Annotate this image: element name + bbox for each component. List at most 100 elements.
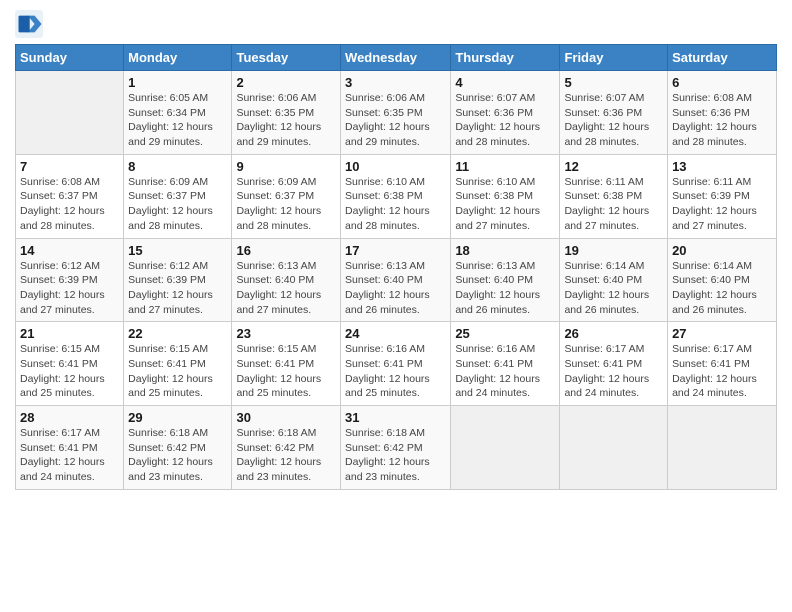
calendar-cell: 18Sunrise: 6:13 AMSunset: 6:40 PMDayligh… <box>451 238 560 322</box>
week-row-5: 28Sunrise: 6:17 AMSunset: 6:41 PMDayligh… <box>16 406 777 490</box>
day-number: 18 <box>455 243 555 258</box>
day-number: 24 <box>345 326 446 341</box>
day-info: Sunrise: 6:13 AMSunset: 6:40 PMDaylight:… <box>236 259 336 318</box>
calendar-cell: 12Sunrise: 6:11 AMSunset: 6:38 PMDayligh… <box>560 154 668 238</box>
calendar-cell: 14Sunrise: 6:12 AMSunset: 6:39 PMDayligh… <box>16 238 124 322</box>
day-info: Sunrise: 6:17 AMSunset: 6:41 PMDaylight:… <box>564 342 663 401</box>
day-info: Sunrise: 6:16 AMSunset: 6:41 PMDaylight:… <box>455 342 555 401</box>
calendar-cell: 13Sunrise: 6:11 AMSunset: 6:39 PMDayligh… <box>668 154 777 238</box>
day-info: Sunrise: 6:08 AMSunset: 6:36 PMDaylight:… <box>672 91 772 150</box>
calendar-cell: 3Sunrise: 6:06 AMSunset: 6:35 PMDaylight… <box>341 71 451 155</box>
calendar-cell <box>668 406 777 490</box>
calendar-cell: 2Sunrise: 6:06 AMSunset: 6:35 PMDaylight… <box>232 71 341 155</box>
day-info: Sunrise: 6:11 AMSunset: 6:39 PMDaylight:… <box>672 175 772 234</box>
day-info: Sunrise: 6:16 AMSunset: 6:41 PMDaylight:… <box>345 342 446 401</box>
week-row-2: 7Sunrise: 6:08 AMSunset: 6:37 PMDaylight… <box>16 154 777 238</box>
day-info: Sunrise: 6:09 AMSunset: 6:37 PMDaylight:… <box>236 175 336 234</box>
header <box>15 10 777 38</box>
day-number: 12 <box>564 159 663 174</box>
weekday-header-friday: Friday <box>560 45 668 71</box>
day-info: Sunrise: 6:11 AMSunset: 6:38 PMDaylight:… <box>564 175 663 234</box>
calendar-cell: 6Sunrise: 6:08 AMSunset: 6:36 PMDaylight… <box>668 71 777 155</box>
day-number: 4 <box>455 75 555 90</box>
day-number: 7 <box>20 159 119 174</box>
calendar-cell: 30Sunrise: 6:18 AMSunset: 6:42 PMDayligh… <box>232 406 341 490</box>
day-number: 11 <box>455 159 555 174</box>
day-number: 5 <box>564 75 663 90</box>
day-info: Sunrise: 6:18 AMSunset: 6:42 PMDaylight:… <box>345 426 446 485</box>
calendar-table: SundayMondayTuesdayWednesdayThursdayFrid… <box>15 44 777 490</box>
week-row-1: 1Sunrise: 6:05 AMSunset: 6:34 PMDaylight… <box>16 71 777 155</box>
calendar-cell <box>560 406 668 490</box>
weekday-header-row: SundayMondayTuesdayWednesdayThursdayFrid… <box>16 45 777 71</box>
day-number: 17 <box>345 243 446 258</box>
day-info: Sunrise: 6:12 AMSunset: 6:39 PMDaylight:… <box>128 259 227 318</box>
calendar-cell: 29Sunrise: 6:18 AMSunset: 6:42 PMDayligh… <box>124 406 232 490</box>
calendar-cell: 10Sunrise: 6:10 AMSunset: 6:38 PMDayligh… <box>341 154 451 238</box>
calendar-cell: 28Sunrise: 6:17 AMSunset: 6:41 PMDayligh… <box>16 406 124 490</box>
calendar-cell: 19Sunrise: 6:14 AMSunset: 6:40 PMDayligh… <box>560 238 668 322</box>
week-row-4: 21Sunrise: 6:15 AMSunset: 6:41 PMDayligh… <box>16 322 777 406</box>
calendar-cell: 7Sunrise: 6:08 AMSunset: 6:37 PMDaylight… <box>16 154 124 238</box>
day-number: 13 <box>672 159 772 174</box>
day-number: 2 <box>236 75 336 90</box>
day-number: 1 <box>128 75 227 90</box>
calendar-cell <box>16 71 124 155</box>
logo <box>15 10 47 38</box>
day-number: 19 <box>564 243 663 258</box>
calendar-cell: 8Sunrise: 6:09 AMSunset: 6:37 PMDaylight… <box>124 154 232 238</box>
calendar-cell: 22Sunrise: 6:15 AMSunset: 6:41 PMDayligh… <box>124 322 232 406</box>
calendar-cell: 1Sunrise: 6:05 AMSunset: 6:34 PMDaylight… <box>124 71 232 155</box>
week-row-3: 14Sunrise: 6:12 AMSunset: 6:39 PMDayligh… <box>16 238 777 322</box>
day-number: 30 <box>236 410 336 425</box>
calendar-cell: 21Sunrise: 6:15 AMSunset: 6:41 PMDayligh… <box>16 322 124 406</box>
day-info: Sunrise: 6:13 AMSunset: 6:40 PMDaylight:… <box>345 259 446 318</box>
calendar-cell <box>451 406 560 490</box>
calendar-cell: 9Sunrise: 6:09 AMSunset: 6:37 PMDaylight… <box>232 154 341 238</box>
day-info: Sunrise: 6:10 AMSunset: 6:38 PMDaylight:… <box>455 175 555 234</box>
day-info: Sunrise: 6:07 AMSunset: 6:36 PMDaylight:… <box>455 91 555 150</box>
day-number: 31 <box>345 410 446 425</box>
day-number: 25 <box>455 326 555 341</box>
day-info: Sunrise: 6:06 AMSunset: 6:35 PMDaylight:… <box>345 91 446 150</box>
calendar-cell: 16Sunrise: 6:13 AMSunset: 6:40 PMDayligh… <box>232 238 341 322</box>
day-number: 14 <box>20 243 119 258</box>
calendar-cell: 11Sunrise: 6:10 AMSunset: 6:38 PMDayligh… <box>451 154 560 238</box>
calendar-cell: 20Sunrise: 6:14 AMSunset: 6:40 PMDayligh… <box>668 238 777 322</box>
calendar-cell: 5Sunrise: 6:07 AMSunset: 6:36 PMDaylight… <box>560 71 668 155</box>
day-info: Sunrise: 6:15 AMSunset: 6:41 PMDaylight:… <box>236 342 336 401</box>
weekday-header-saturday: Saturday <box>668 45 777 71</box>
weekday-header-tuesday: Tuesday <box>232 45 341 71</box>
weekday-header-monday: Monday <box>124 45 232 71</box>
day-number: 6 <box>672 75 772 90</box>
day-info: Sunrise: 6:13 AMSunset: 6:40 PMDaylight:… <box>455 259 555 318</box>
day-info: Sunrise: 6:17 AMSunset: 6:41 PMDaylight:… <box>20 426 119 485</box>
day-number: 15 <box>128 243 227 258</box>
day-info: Sunrise: 6:08 AMSunset: 6:37 PMDaylight:… <box>20 175 119 234</box>
weekday-header-thursday: Thursday <box>451 45 560 71</box>
day-number: 23 <box>236 326 336 341</box>
day-number: 9 <box>236 159 336 174</box>
calendar-cell: 17Sunrise: 6:13 AMSunset: 6:40 PMDayligh… <box>341 238 451 322</box>
day-number: 26 <box>564 326 663 341</box>
day-info: Sunrise: 6:05 AMSunset: 6:34 PMDaylight:… <box>128 91 227 150</box>
day-info: Sunrise: 6:15 AMSunset: 6:41 PMDaylight:… <box>20 342 119 401</box>
calendar-cell: 31Sunrise: 6:18 AMSunset: 6:42 PMDayligh… <box>341 406 451 490</box>
day-info: Sunrise: 6:14 AMSunset: 6:40 PMDaylight:… <box>672 259 772 318</box>
day-number: 28 <box>20 410 119 425</box>
calendar-cell: 24Sunrise: 6:16 AMSunset: 6:41 PMDayligh… <box>341 322 451 406</box>
calendar-cell: 26Sunrise: 6:17 AMSunset: 6:41 PMDayligh… <box>560 322 668 406</box>
calendar-cell: 15Sunrise: 6:12 AMSunset: 6:39 PMDayligh… <box>124 238 232 322</box>
day-info: Sunrise: 6:15 AMSunset: 6:41 PMDaylight:… <box>128 342 227 401</box>
day-info: Sunrise: 6:17 AMSunset: 6:41 PMDaylight:… <box>672 342 772 401</box>
logo-icon <box>15 10 43 38</box>
calendar-cell: 25Sunrise: 6:16 AMSunset: 6:41 PMDayligh… <box>451 322 560 406</box>
day-info: Sunrise: 6:12 AMSunset: 6:39 PMDaylight:… <box>20 259 119 318</box>
weekday-header-sunday: Sunday <box>16 45 124 71</box>
day-number: 8 <box>128 159 227 174</box>
day-number: 29 <box>128 410 227 425</box>
calendar-cell: 4Sunrise: 6:07 AMSunset: 6:36 PMDaylight… <box>451 71 560 155</box>
day-info: Sunrise: 6:07 AMSunset: 6:36 PMDaylight:… <box>564 91 663 150</box>
day-number: 21 <box>20 326 119 341</box>
day-info: Sunrise: 6:09 AMSunset: 6:37 PMDaylight:… <box>128 175 227 234</box>
